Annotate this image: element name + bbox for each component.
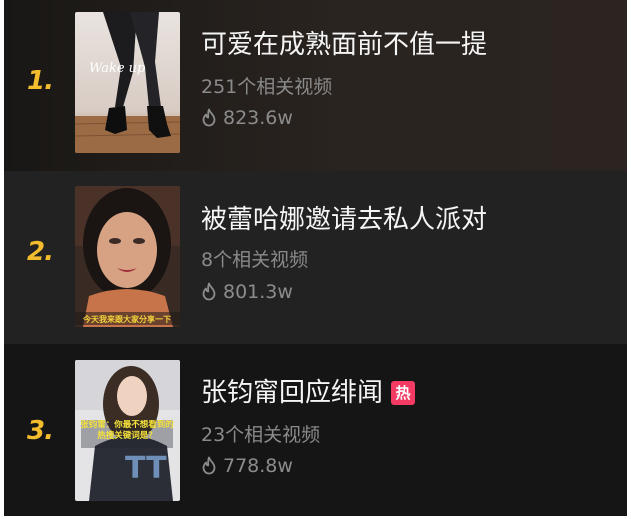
topic-title[interactable]: 被蕾哈娜邀请去私人派对 — [201, 199, 487, 236]
svg-text:TT: TT — [125, 451, 167, 486]
flame-icon — [202, 456, 216, 475]
thumbnail-caption: Wake up — [89, 61, 146, 76]
related-videos-count: 8个相关视频 — [201, 249, 309, 271]
topic-title[interactable]: 可爱在成熟面前不值一提 — [201, 24, 487, 61]
rank-number: 1. — [27, 66, 54, 96]
topic-title-row[interactable]: 张钧甯回应绯闻热 — [201, 372, 416, 409]
hot-badge: 热 — [391, 381, 416, 405]
rank-number: 2. — [27, 237, 54, 267]
heat-value-row: 778.8w — [201, 455, 293, 477]
heat-value-row: 801.3w — [201, 281, 293, 303]
flame-icon — [202, 282, 216, 301]
flame-icon — [202, 108, 216, 127]
thumbnail-caption: 张钧甯：你最不想看到的热搜关键词是？ — [80, 420, 174, 441]
heat-value: 823.6w — [223, 107, 293, 129]
rank-number: 3. — [27, 416, 54, 446]
video-thumbnail[interactable]: TT 张钧甯：你最不想看到的热搜关键词是？ — [75, 360, 180, 501]
related-videos-count: 251个相关视频 — [201, 76, 333, 98]
heat-value-row: 823.6w — [201, 107, 293, 129]
trending-item[interactable]: 1. Wake up 可爱在成熟面前不值一提 251个相关视频 823.6w — [4, 0, 627, 171]
related-videos-count: 23个相关视频 — [201, 424, 321, 446]
trending-item[interactable]: 3. TT 张钧甯：你最不想看到的热搜关键词是？ 张钧甯回应绯闻热 23个相关视… — [4, 344, 627, 516]
video-thumbnail[interactable]: Wake up — [75, 12, 180, 153]
trending-list: 1. Wake up 可爱在成熟面前不值一提 251个相关视频 823.6w 2… — [4, 0, 627, 516]
heat-value: 801.3w — [223, 281, 293, 303]
topic-title[interactable]: 张钧甯回应绯闻 — [201, 378, 383, 408]
trending-item[interactable]: 2. 今天我来跟大家分享一下 被蕾哈娜邀请去私人派对 8个相关视频 801.3w — [4, 171, 627, 344]
video-thumbnail[interactable]: 今天我来跟大家分享一下 — [75, 186, 180, 327]
thumbnail-caption: 今天我来跟大家分享一下 — [82, 314, 171, 324]
heat-value: 778.8w — [223, 455, 293, 477]
